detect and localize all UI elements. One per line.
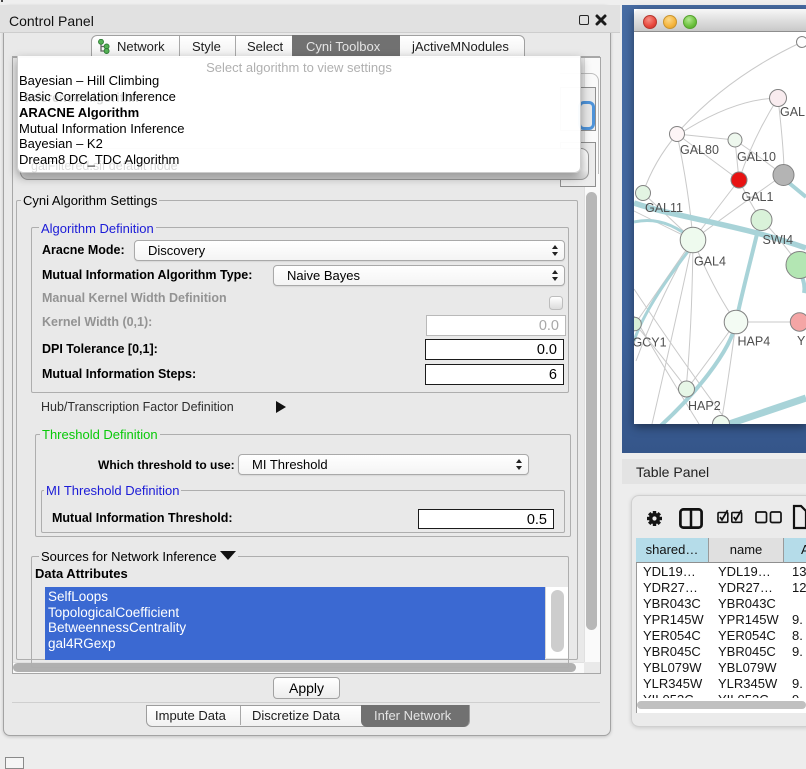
svg-text:Y: Y [797, 334, 806, 348]
svg-text:GCY1: GCY1 [634, 336, 667, 350]
svg-text:GAL80: GAL80 [680, 143, 719, 157]
svg-text:GAL10: GAL10 [737, 150, 776, 164]
svg-text:HAP4: HAP4 [738, 335, 771, 349]
svg-text:SWI4: SWI4 [763, 233, 794, 247]
svg-text:GAL11: GAL11 [645, 201, 683, 215]
svg-text:GAL1: GAL1 [742, 190, 774, 204]
svg-text:GAL: GAL [780, 105, 805, 119]
svg-text:GAL4: GAL4 [694, 255, 726, 269]
svg-text:HAP2: HAP2 [688, 399, 721, 413]
